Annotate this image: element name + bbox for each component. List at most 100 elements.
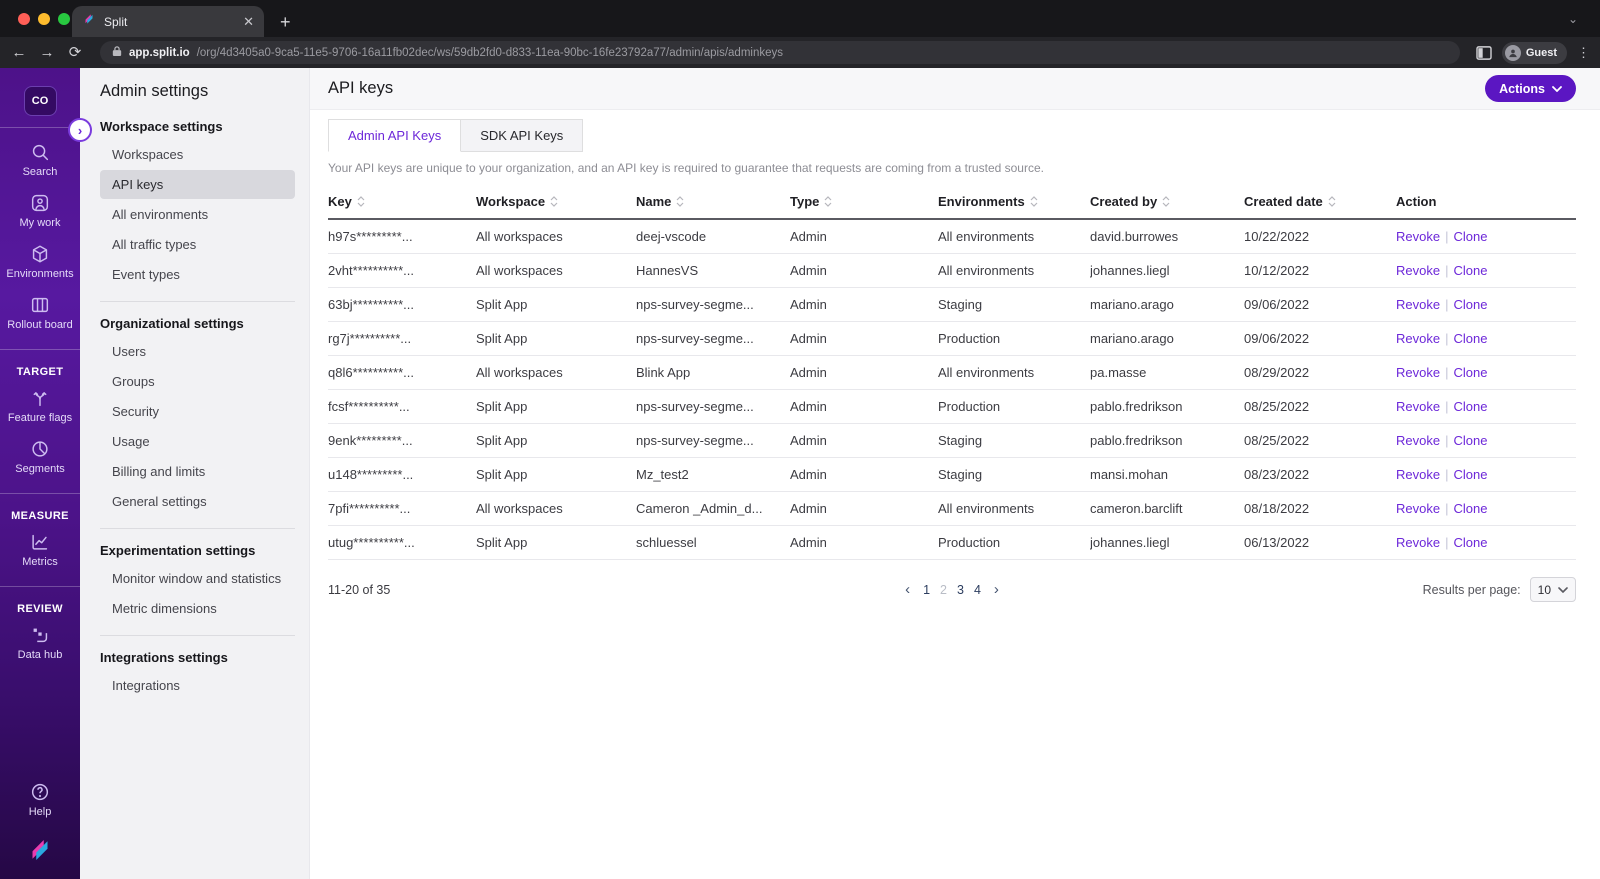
clone-link[interactable]: Clone <box>1453 331 1487 346</box>
clone-link[interactable]: Clone <box>1453 467 1487 482</box>
sort-icon[interactable] <box>1328 196 1336 207</box>
clone-link[interactable]: Clone <box>1453 433 1487 448</box>
clone-link[interactable]: Clone <box>1453 399 1487 414</box>
reload-icon[interactable]: ⟳ <box>66 45 84 60</box>
revoke-link[interactable]: Revoke <box>1396 535 1440 550</box>
tab-admin-api-keys[interactable]: Admin API Keys <box>328 119 462 152</box>
clone-link[interactable]: Clone <box>1453 297 1487 312</box>
browser-menu-icon[interactable]: ⋮ <box>1577 45 1590 61</box>
clone-link[interactable]: Clone <box>1453 501 1487 516</box>
settings-nav-item[interactable]: Groups <box>100 367 295 396</box>
maximize-window-button[interactable] <box>58 13 70 25</box>
revoke-link[interactable]: Revoke <box>1396 501 1440 516</box>
settings-group: Workspace settings Workspaces API keys All … <box>100 119 295 289</box>
sidebar-item-segments[interactable]: Metrics Segments <box>15 438 65 475</box>
cell-action: Revoke | Clone <box>1396 253 1576 288</box>
revoke-link[interactable]: Revoke <box>1396 467 1440 482</box>
sort-icon[interactable] <box>1030 196 1038 207</box>
column-header[interactable]: Environments <box>938 188 1090 220</box>
column-header[interactable]: Created date <box>1244 188 1396 220</box>
settings-nav-item[interactable]: General settings <box>100 487 295 516</box>
sidebar-item-metrics[interactable]: Metrics <box>22 531 58 568</box>
revoke-link[interactable]: Revoke <box>1396 365 1440 380</box>
sort-icon[interactable] <box>824 196 832 207</box>
page-number[interactable]: 1 <box>923 583 930 597</box>
settings-nav-item[interactable]: Event types <box>100 260 295 289</box>
clone-link[interactable]: Clone <box>1453 535 1487 550</box>
sidebar-item-help[interactable]: Help <box>29 781 51 818</box>
cell-action: Revoke | Clone <box>1396 219 1576 254</box>
sidebar-item-search[interactable]: Search <box>23 141 57 178</box>
results-per-page-select[interactable]: 10 <box>1529 577 1576 602</box>
column-header[interactable]: Created by <box>1090 188 1244 220</box>
cell-name: nps-survey-segme... <box>636 389 790 424</box>
settings-nav-item[interactable]: Users <box>100 337 295 366</box>
next-page-icon[interactable]: › <box>994 582 999 597</box>
sidebar-item-my-work[interactable]: My work <box>20 192 60 229</box>
minimize-window-button[interactable] <box>38 13 50 25</box>
settings-nav-item[interactable]: All traffic types <box>100 230 295 259</box>
tab-sdk-api-keys[interactable]: SDK API Keys <box>461 119 584 152</box>
settings-nav-item[interactable]: Security <box>100 397 295 426</box>
browser-tab[interactable]: Split ✕ <box>72 6 264 37</box>
sort-icon[interactable] <box>550 196 558 207</box>
sort-icon[interactable] <box>357 196 365 207</box>
profile-chip[interactable]: Guest <box>1501 41 1567 64</box>
org-logo[interactable]: CO <box>23 86 57 116</box>
table-row: u148*********... Split App Mz_test2 Admin St… <box>328 457 1576 492</box>
tab-close-icon[interactable]: ✕ <box>243 14 254 30</box>
forward-icon[interactable]: → <box>38 45 56 60</box>
revoke-link[interactable]: Revoke <box>1396 263 1440 278</box>
settings-nav-item[interactable]: Usage <box>100 427 295 456</box>
cell-action: Revoke | Clone <box>1396 389 1576 424</box>
sort-icon[interactable] <box>676 196 684 207</box>
cell-name: nps-survey-segme... <box>636 423 790 458</box>
revoke-link[interactable]: Revoke <box>1396 433 1440 448</box>
chevron-down-icon <box>1558 586 1568 593</box>
settings-nav-item[interactable]: API keys <box>100 170 295 199</box>
cell-created_by: mariano.arago <box>1090 321 1244 356</box>
sidebar-item-rollout-board[interactable]: Rollout board <box>7 294 73 331</box>
settings-nav-item[interactable]: Monitor window and statistics <box>100 564 295 593</box>
revoke-link[interactable]: Revoke <box>1396 297 1440 312</box>
page-number[interactable]: 3 <box>957 583 964 597</box>
collapse-sidebar-button[interactable]: › <box>68 118 92 142</box>
url-bar[interactable]: app.split.io/org/4d3405a0-9ca5-11e5-9706… <box>100 41 1460 64</box>
new-tab-button[interactable]: + <box>280 13 291 31</box>
cell-created_date: 09/06/2022 <box>1244 321 1396 356</box>
revoke-link[interactable]: Revoke <box>1396 331 1440 346</box>
side-panel-icon[interactable] <box>1476 45 1492 60</box>
cell-environments: Production <box>938 525 1090 560</box>
previous-page-icon[interactable]: ‹ <box>905 582 910 597</box>
column-header[interactable]: Key <box>328 188 476 220</box>
settings-nav-item[interactable]: Metric dimensions <box>100 594 295 623</box>
cell-name: nps-survey-segme... <box>636 287 790 322</box>
clone-link[interactable]: Clone <box>1453 365 1487 380</box>
window-controls[interactable] <box>18 13 70 25</box>
cell-created_by: mariano.arago <box>1090 287 1244 322</box>
revoke-link[interactable]: Revoke <box>1396 229 1440 244</box>
sidebar-item-data-hub[interactable]: Data hub <box>18 624 62 661</box>
back-icon[interactable]: ← <box>10 45 28 60</box>
settings-nav-item[interactable]: Workspaces <box>100 140 295 169</box>
sidebar-item-feature-flags[interactable]: Feature flags <box>8 387 72 424</box>
column-header[interactable]: Type <box>790 188 938 220</box>
column-header[interactable]: Name <box>636 188 790 220</box>
revoke-link[interactable]: Revoke <box>1396 399 1440 414</box>
page-number[interactable]: 4 <box>974 583 981 597</box>
sidebar-item-label: Feature flags <box>7 412 73 424</box>
clone-link[interactable]: Clone <box>1453 263 1487 278</box>
close-window-button[interactable] <box>18 13 30 25</box>
page-number[interactable]: 2 <box>940 583 947 597</box>
clone-link[interactable]: Clone <box>1453 229 1487 244</box>
settings-nav-item[interactable]: All environments <box>100 200 295 229</box>
tab-search-chevron-icon[interactable]: ⌄ <box>1568 12 1578 26</box>
column-header[interactable]: Workspace <box>476 188 636 220</box>
settings-nav-item[interactable]: Billing and limits <box>100 457 295 486</box>
actions-button[interactable]: Actions <box>1485 75 1576 102</box>
cell-key: 7pfi**********... <box>328 491 476 526</box>
sort-icon[interactable] <box>1162 196 1170 207</box>
sidebar-item-environments[interactable]: Environments <box>6 243 74 280</box>
browser-window: Split ✕ + ⌄ ← → ⟳ app.split.io/org/4d340… <box>0 0 1600 879</box>
settings-nav-item[interactable]: Integrations <box>100 671 295 700</box>
